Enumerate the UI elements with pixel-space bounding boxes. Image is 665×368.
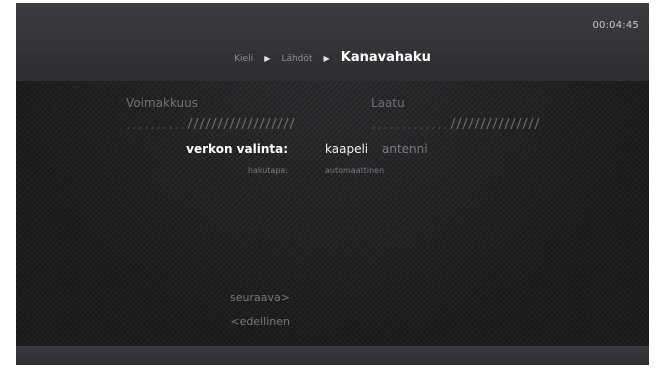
meter-tick — [438, 126, 441, 130]
search-mode-label: hakutapa: — [247, 166, 288, 175]
meter-tick — [265, 117, 271, 130]
network-selection-label: verkon valinta: — [186, 142, 288, 156]
meter-tick — [516, 117, 522, 130]
next-button[interactable]: seuraava> — [16, 291, 290, 304]
meter-tick — [175, 126, 178, 130]
meter-tick — [426, 126, 429, 130]
meter-tick — [420, 126, 423, 130]
meter-tick — [528, 117, 534, 130]
strength-label: Voimakkuus — [126, 96, 198, 110]
previous-button[interactable]: <edellinen — [16, 315, 290, 328]
clock: 00:04:45 — [592, 20, 639, 31]
breadcrumb-current-step: Kanavahaku — [340, 50, 431, 65]
meter-tick — [450, 117, 456, 130]
meter-tick — [271, 117, 277, 130]
meter-tick — [229, 117, 235, 130]
meter-tick — [151, 126, 154, 130]
meter-tick — [235, 117, 241, 130]
meter-tick — [199, 117, 205, 130]
quality-label: Laatu — [371, 96, 405, 110]
meter-tick — [217, 117, 223, 130]
breadcrumb-arrow-icon: ▶ — [264, 54, 271, 63]
meter-tick — [211, 117, 217, 130]
meter-tick — [474, 117, 480, 130]
meter-tick — [408, 126, 411, 130]
meter-tick — [492, 117, 498, 130]
meter-tick — [444, 126, 447, 130]
meter-tick — [133, 126, 136, 130]
meter-tick — [402, 126, 405, 130]
meter-tick — [193, 117, 199, 130]
meter-tick — [253, 117, 259, 130]
meter-tick — [534, 117, 540, 130]
meter-tick — [384, 126, 387, 130]
search-mode-value[interactable]: automaattinen — [325, 166, 384, 175]
content-area — [16, 81, 649, 346]
meter-tick — [462, 117, 468, 130]
tv-screen: 00:04:45 Kieli ▶ Lähdöt ▶ Kanavahaku Voi… — [16, 3, 649, 365]
meter-tick — [157, 126, 160, 130]
meter-tick — [145, 126, 148, 130]
meter-tick — [187, 117, 193, 130]
meter-tick — [259, 117, 265, 130]
meter-tick — [181, 126, 184, 130]
meter-tick — [468, 117, 474, 130]
meter-tick — [432, 126, 435, 130]
meter-tick — [247, 117, 253, 130]
breadcrumb-arrow-icon: ▶ — [323, 54, 330, 63]
meter-tick — [456, 117, 462, 130]
meter-tick — [396, 126, 399, 130]
meter-tick — [277, 117, 283, 130]
meter-tick — [498, 117, 504, 130]
meter-tick — [289, 117, 295, 130]
meter-tick — [372, 126, 375, 130]
meter-tick — [127, 126, 130, 130]
meter-tick — [414, 126, 417, 130]
strength-meter — [127, 117, 295, 130]
meter-tick — [139, 126, 142, 130]
meter-tick — [480, 117, 486, 130]
meter-tick — [504, 117, 510, 130]
quality-meter — [372, 117, 540, 130]
network-option-antenna[interactable]: antenni — [382, 142, 428, 156]
meter-tick — [241, 117, 247, 130]
breadcrumb-step-language[interactable]: Kieli — [234, 54, 253, 64]
top-bar: 00:04:45 Kieli ▶ Lähdöt ▶ Kanavahaku — [16, 3, 649, 81]
meter-tick — [522, 117, 528, 130]
meter-tick — [169, 126, 172, 130]
breadcrumb-step-sources[interactable]: Lähdöt — [281, 54, 312, 64]
meter-tick — [378, 126, 381, 130]
bottom-bar — [16, 346, 649, 365]
network-option-cable[interactable]: kaapeli — [325, 142, 368, 156]
breadcrumb: Kieli ▶ Lähdöt ▶ Kanavahaku — [16, 46, 649, 65]
meter-tick — [163, 126, 166, 130]
meter-tick — [283, 117, 289, 130]
meter-tick — [510, 117, 516, 130]
meter-tick — [223, 117, 229, 130]
meter-tick — [390, 126, 393, 130]
meter-tick — [205, 117, 211, 130]
meter-tick — [486, 117, 492, 130]
